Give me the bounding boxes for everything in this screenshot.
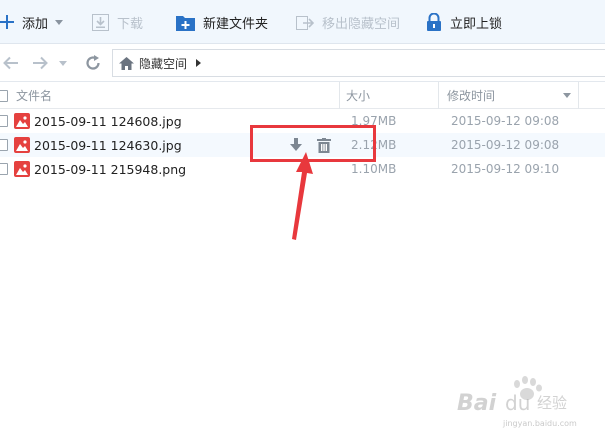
address-bar[interactable]: 隐藏空间 — [112, 49, 605, 77]
file-name[interactable]: 2015-09-11 215948.png — [34, 157, 186, 181]
svg-text:Bai: Bai — [457, 391, 497, 416]
lock-button-label: 立即上锁 — [450, 16, 503, 32]
column-divider — [438, 82, 439, 109]
download-icon — [92, 13, 109, 31]
lock-icon — [426, 13, 442, 31]
row-checkbox[interactable] — [0, 139, 8, 151]
home-icon[interactable] — [119, 56, 134, 70]
breadcrumb-hidden-space[interactable]: 隐藏空间 — [139, 55, 187, 72]
column-header-name[interactable]: 文件名 — [16, 82, 52, 109]
row-checkbox[interactable] — [0, 115, 8, 127]
file-modified: 2015-09-12 09:10 — [451, 162, 560, 176]
history-dropdown-icon[interactable] — [58, 53, 68, 73]
image-file-icon — [14, 113, 30, 129]
forward-arrow-icon[interactable] — [32, 53, 48, 73]
download-button-label: 下载 — [117, 16, 144, 32]
baidu-watermark: Bai du 经验 jingyan.baidu.com — [455, 372, 595, 432]
breadcrumb-chevron-icon[interactable] — [196, 59, 202, 67]
lock-button[interactable]: 立即上锁 — [426, 0, 502, 44]
image-file-icon — [14, 161, 30, 177]
add-button[interactable]: 添加 — [0, 0, 64, 44]
new-folder-button-label: 新建文件夹 — [203, 16, 269, 32]
move-out-button[interactable]: 移出隐藏空间 — [296, 0, 400, 44]
refresh-icon[interactable] — [84, 53, 102, 73]
sort-desc-icon[interactable] — [563, 82, 571, 109]
chevron-down-icon — [55, 19, 64, 25]
plus-icon — [0, 15, 14, 29]
download-button[interactable]: 下载 — [92, 0, 143, 44]
column-divider — [339, 82, 340, 109]
column-header-size[interactable]: 大小 — [346, 82, 370, 109]
file-name[interactable]: 2015-09-11 124630.jpg — [34, 133, 182, 157]
add-button-label: 添加 — [22, 16, 49, 32]
file-name[interactable]: 2015-09-11 124608.jpg — [34, 109, 182, 133]
file-modified: 2015-09-12 09:08 — [451, 114, 560, 128]
file-list-header: 文件名 大小 修改时间 — [0, 82, 605, 109]
file-modified: 2015-09-12 09:08 — [451, 138, 560, 152]
column-divider — [578, 82, 579, 109]
row-checkbox[interactable] — [0, 163, 8, 175]
baidu-paw-logo: Bai du 经验 jingyan.baidu.com — [457, 376, 577, 428]
back-arrow-icon[interactable] — [3, 53, 19, 73]
toolbar: 添加 下载 新建文件夹 移出隐藏空间 立即上锁 — [0, 0, 605, 44]
move-out-button-label: 移出隐藏空间 — [322, 16, 401, 32]
new-folder-icon — [176, 14, 195, 31]
annotation-highlight-box — [250, 125, 376, 162]
move-out-icon — [296, 14, 314, 31]
navigation-bar: 隐藏空间 — [0, 44, 605, 82]
image-file-icon — [14, 137, 30, 153]
select-all-checkbox[interactable] — [0, 90, 8, 102]
svg-text:jingyan.baidu.com: jingyan.baidu.com — [502, 419, 577, 428]
column-header-modified[interactable]: 修改时间 — [447, 82, 495, 109]
svg-text:经验: 经验 — [537, 394, 567, 412]
new-folder-button[interactable]: 新建文件夹 — [176, 0, 268, 44]
svg-text:du: du — [505, 391, 530, 415]
